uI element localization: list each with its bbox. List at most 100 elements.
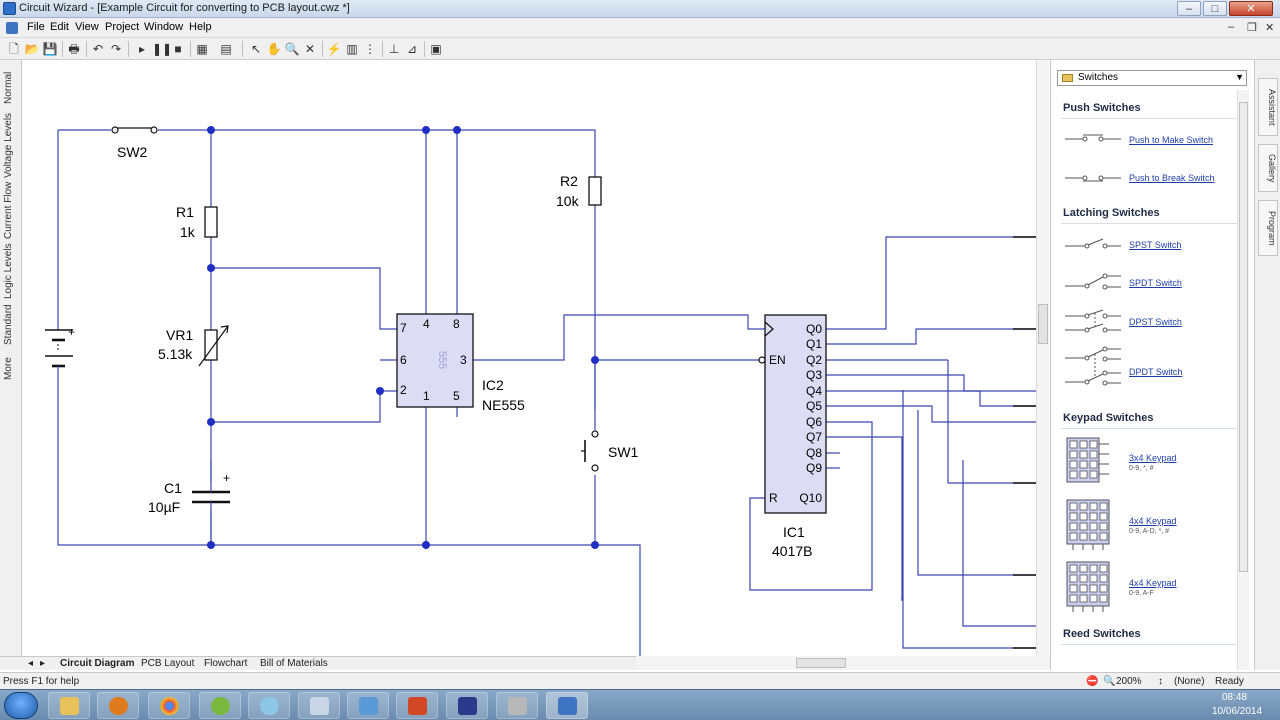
menu-project[interactable]: Project: [105, 21, 139, 33]
wire-icon[interactable]: ⋮: [362, 41, 378, 57]
close-button[interactable]: ✕: [1229, 1, 1273, 16]
mdi-minimize-icon[interactable]: –: [1228, 21, 1234, 33]
calculator-taskbar-button[interactable]: [298, 692, 340, 719]
menu-edit[interactable]: Edit: [50, 21, 69, 33]
powerpoint-taskbar-button[interactable]: [396, 692, 438, 719]
menu-help[interactable]: Help: [189, 21, 212, 33]
pcb-convert-icon[interactable]: ▣: [428, 41, 444, 57]
gallery-item-dpdt[interactable]: DPDT Switch: [1129, 367, 1182, 377]
dpst-symbol[interactable]: [1065, 308, 1121, 334]
pcb-app-taskbar-button[interactable]: [446, 692, 488, 719]
ic2-555-timer[interactable]: 555 7 4 8 6 3 2 1 5 IC2 NE555: [396, 313, 525, 413]
gallery-item-push-to-break[interactable]: Push to Break Switch: [1129, 173, 1215, 183]
keypad-3x4-symbol[interactable]: [1065, 436, 1111, 486]
sw2-switch[interactable]: SW2: [90, 126, 158, 160]
sw1-switch[interactable]: SW1: [581, 360, 639, 475]
tab-current-flow[interactable]: Current Flow: [3, 180, 19, 240]
gallery-item-push-to-make[interactable]: Push to Make Switch: [1129, 135, 1213, 145]
gallery-scrollbar[interactable]: [1237, 90, 1249, 670]
menu-file[interactable]: File: [27, 21, 45, 33]
stop-sign-icon[interactable]: ⛔: [1086, 676, 1098, 687]
r1-value: 1k: [180, 224, 196, 240]
document-icon[interactable]: [6, 22, 18, 34]
circuit-canvas[interactable]: SW2 R1 1k VR1 5.13k + C1 10µF + 555 7 4 …: [23, 60, 1048, 656]
push-to-break-symbol[interactable]: [1065, 170, 1121, 184]
tab-normal[interactable]: Normal: [3, 68, 19, 108]
tab-program[interactable]: Program: [1258, 200, 1278, 256]
tab-gallery[interactable]: Gallery: [1258, 144, 1278, 192]
canvas-vertical-scrollbar[interactable]: [1036, 60, 1049, 656]
menu-view[interactable]: View: [75, 21, 99, 33]
gallery-item-keypad-4x4-b[interactable]: 4x4 Keypad: [1129, 578, 1177, 588]
tab-pcb-layout[interactable]: PCB Layout: [141, 658, 194, 669]
battery[interactable]: +: [45, 315, 75, 385]
gallery-item-spdt[interactable]: SPDT Switch: [1129, 278, 1182, 288]
gallery-item-spst[interactable]: SPST Switch: [1129, 240, 1181, 250]
app-icon: [3, 2, 16, 15]
clock-time[interactable]: 08:48: [1222, 692, 1247, 703]
tab-scroll-left-icon[interactable]: ◂: [28, 658, 33, 669]
zoom-icon[interactable]: 🔍: [284, 41, 300, 57]
canvas-horizontal-scrollbar[interactable]: [636, 656, 1050, 670]
new-icon[interactable]: 🗋: [6, 41, 22, 57]
print-icon[interactable]: 🖶: [66, 41, 82, 57]
start-button[interactable]: [4, 692, 38, 719]
mdi-close-icon[interactable]: ✕: [1265, 21, 1274, 34]
media-player-taskbar-button[interactable]: [97, 692, 139, 719]
mirror-icon[interactable]: ⊿: [404, 41, 420, 57]
probe-icon[interactable]: ⚡: [326, 41, 342, 57]
redo-icon[interactable]: ↷: [108, 41, 124, 57]
gallery-item-dpst[interactable]: DPST Switch: [1129, 317, 1182, 327]
tab-assistant[interactable]: Assistant: [1258, 78, 1278, 136]
dpdt-symbol[interactable]: [1065, 346, 1121, 392]
align-icon[interactable]: ⊥: [386, 41, 402, 57]
save-icon[interactable]: 💾: [42, 41, 58, 57]
chrome-taskbar-button[interactable]: [148, 692, 190, 719]
r1-resistor[interactable]: R1 1k: [176, 204, 218, 240]
pan-icon[interactable]: ✋: [266, 41, 282, 57]
2d-design-taskbar-button[interactable]: [347, 692, 389, 719]
c1-capacitor[interactable]: + C1 10µF: [148, 460, 230, 545]
spdt-symbol[interactable]: [1065, 272, 1121, 292]
open-icon[interactable]: 📂: [24, 41, 40, 57]
tab-scroll-right-icon[interactable]: ▸: [40, 658, 45, 669]
push-to-make-symbol[interactable]: [1065, 130, 1121, 144]
minimize-button[interactable]: –: [1177, 1, 1201, 16]
app-taskbar-button[interactable]: [496, 692, 538, 719]
play-icon[interactable]: ▸: [134, 41, 150, 57]
tab-flowchart[interactable]: Flowchart: [204, 658, 247, 669]
menu-window[interactable]: Window: [144, 21, 183, 33]
vr1-potentiometer[interactable]: VR1 5.13k: [158, 325, 229, 367]
circuit-wizard-taskbar-button[interactable]: [546, 692, 588, 719]
component-icon[interactable]: ▦: [194, 41, 210, 57]
ic1-4017-counter[interactable]: EN R Q0 Q1 Q2 Q3 Q4 Q5 Q6 Q7 Q8 Q9 Q10 I…: [758, 314, 827, 559]
maximize-button[interactable]: □: [1203, 1, 1227, 16]
graph-icon[interactable]: ▥: [344, 41, 360, 57]
gallery-category-select[interactable]: Switches ▼: [1057, 70, 1247, 86]
mdi-restore-icon[interactable]: ❐: [1247, 21, 1257, 34]
pointer-icon[interactable]: ↖: [248, 41, 264, 57]
explorer-taskbar-button[interactable]: [48, 692, 90, 719]
tab-standard[interactable]: Standard: [3, 304, 19, 346]
tab-bill-of-materials[interactable]: Bill of Materials: [260, 658, 328, 669]
tab-logic-levels[interactable]: Logic Levels: [3, 242, 19, 300]
gallery-item-keypad-4x4-a[interactable]: 4x4 Keypad: [1129, 516, 1177, 526]
keypad-4x4a-symbol[interactable]: [1065, 498, 1115, 550]
spst-symbol[interactable]: [1065, 236, 1121, 250]
status-mode[interactable]: (None): [1174, 676, 1205, 687]
gallery-item-keypad-3x4[interactable]: 3x4 Keypad: [1129, 453, 1177, 463]
r2-resistor[interactable]: R2 10k: [556, 173, 602, 209]
keypad-4x4b-symbol[interactable]: [1065, 560, 1115, 612]
spotify-taskbar-button[interactable]: [199, 692, 241, 719]
delete-icon[interactable]: ✕: [302, 41, 318, 57]
pause-icon[interactable]: ❚❚: [152, 41, 172, 57]
undo-icon[interactable]: ↶: [90, 41, 106, 57]
cycle-taskbar-button[interactable]: [248, 692, 290, 719]
tab-voltage-levels[interactable]: Voltage Levels: [3, 112, 19, 178]
layers-icon[interactable]: ▤: [218, 41, 234, 57]
clock-date[interactable]: 10/06/2014: [1212, 706, 1262, 717]
status-zoom[interactable]: 200%: [1116, 676, 1142, 687]
tab-more[interactable]: More: [3, 352, 19, 386]
tab-circuit-diagram[interactable]: Circuit Diagram: [60, 658, 134, 669]
stop-icon[interactable]: ■: [170, 41, 186, 57]
